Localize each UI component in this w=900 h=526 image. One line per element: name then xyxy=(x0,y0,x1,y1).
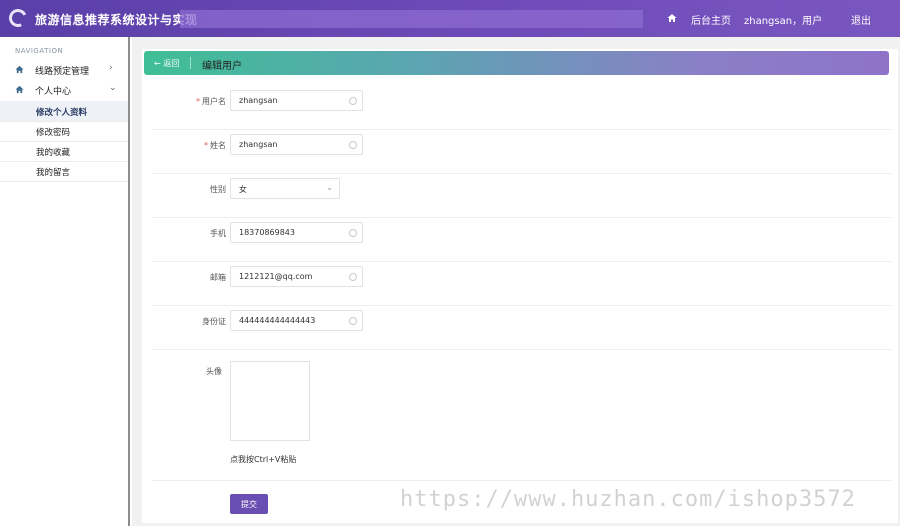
divider xyxy=(152,480,892,481)
main-area: ← 返回 编辑用户 * 用户名 zhangsan * 姓名 zhangsan 性别 … xyxy=(132,37,900,526)
user-label[interactable]: zhangsan，用户 xyxy=(744,12,822,27)
clear-icon[interactable] xyxy=(349,97,357,105)
clear-icon[interactable] xyxy=(349,229,357,237)
top-header: 旅游信息推荐系统设计与实现 后台主页 zhangsan，用户 退出 xyxy=(0,0,900,37)
home-link[interactable]: 后台主页 xyxy=(691,12,731,27)
divider xyxy=(190,57,191,69)
form-row-name: * 姓名 zhangsan xyxy=(152,130,892,174)
app-title: 旅游信息推荐系统设计与实现 xyxy=(35,13,198,27)
paste-hint[interactable]: 点我按Ctrl+V粘贴 xyxy=(230,454,296,465)
input-value: 18370869843 xyxy=(239,228,295,237)
form-row-gender: 性别 女 ⌄ xyxy=(152,174,892,218)
name-input[interactable]: zhangsan xyxy=(230,134,363,155)
sidebar-subitem-label: 我的收藏 xyxy=(36,148,71,158)
sidebar-item-label: 线路预定管理 xyxy=(35,67,90,77)
chevron-down-icon: ⌄ xyxy=(109,83,117,93)
clear-icon[interactable] xyxy=(349,317,357,325)
field-label: 性别 xyxy=(210,185,226,194)
sidebar-subitem-label: 我的留言 xyxy=(36,168,71,178)
form-row-phone: 手机 18370869843 xyxy=(152,218,892,262)
field-label: * 姓名 xyxy=(204,141,226,150)
email-input[interactable]: 1212121@qq.com xyxy=(230,266,363,287)
field-label: 手机 xyxy=(210,229,226,238)
page-title: 编辑用户 xyxy=(202,61,242,72)
redacted-bar xyxy=(180,10,643,28)
field-label: 邮箱 xyxy=(210,273,226,282)
home-icon xyxy=(15,65,24,74)
id-card-input[interactable]: 444444444444443 xyxy=(230,310,363,331)
watermark: https://www.huzhan.com/ishop3572 xyxy=(400,487,856,512)
phone-input[interactable]: 18370869843 xyxy=(230,222,363,243)
select-value: 女 xyxy=(239,185,247,194)
sidebar-subitem-label: 修改个人资料 xyxy=(36,108,88,118)
sidebar-item-route-booking[interactable]: 线路预定管理 › xyxy=(0,60,128,80)
avatar-upload[interactable] xyxy=(230,361,310,441)
input-value: zhangsan xyxy=(239,140,278,149)
sidebar: NAVIGATION 线路预定管理 › 个人中心 ⌄ 修改个人资料 修改密码 我… xyxy=(0,37,130,526)
field-label: 头像 xyxy=(206,367,222,376)
clear-icon[interactable] xyxy=(349,141,357,149)
page-banner: ← 返回 编辑用户 xyxy=(144,51,889,75)
username-input[interactable]: zhangsan xyxy=(230,90,363,111)
logout-link[interactable]: 退出 xyxy=(851,12,871,27)
form-row-id-card: 身份证 444444444444443 xyxy=(152,306,892,350)
clear-icon[interactable] xyxy=(349,273,357,281)
form-row-username: * 用户名 zhangsan xyxy=(152,86,892,130)
field-label: 身份证 xyxy=(202,317,226,326)
chevron-right-icon: › xyxy=(109,63,113,73)
content-card: ← 返回 编辑用户 * 用户名 zhangsan * 姓名 zhangsan 性别 … xyxy=(142,49,898,523)
field-label: * 用户名 xyxy=(196,97,226,106)
sidebar-subitem-messages[interactable]: 我的留言 xyxy=(0,161,128,181)
input-value: zhangsan xyxy=(239,96,278,105)
divider xyxy=(0,181,128,182)
sidebar-item-personal-center[interactable]: 个人中心 ⌄ xyxy=(0,80,128,100)
sidebar-subitem-favorites[interactable]: 我的收藏 xyxy=(0,141,128,161)
sidebar-subitem-label: 修改密码 xyxy=(36,128,71,138)
sidebar-item-label: 个人中心 xyxy=(35,87,72,97)
sidebar-subitem-edit-profile[interactable]: 修改个人资料 xyxy=(0,101,128,121)
logo-icon xyxy=(6,6,30,30)
home-icon[interactable] xyxy=(667,13,677,23)
submit-button[interactable]: 提交 xyxy=(230,494,268,514)
gender-select[interactable]: 女 ⌄ xyxy=(230,178,340,199)
sidebar-subitem-change-password[interactable]: 修改密码 xyxy=(0,121,128,141)
chevron-down-icon: ⌄ xyxy=(326,183,333,192)
home-icon xyxy=(15,85,24,94)
input-value: 1212121@qq.com xyxy=(239,272,313,281)
back-button[interactable]: ← 返回 xyxy=(154,58,179,69)
form-row-email: 邮箱 1212121@qq.com xyxy=(152,262,892,306)
input-value: 444444444444443 xyxy=(239,316,316,325)
nav-heading: NAVIGATION xyxy=(15,47,64,55)
